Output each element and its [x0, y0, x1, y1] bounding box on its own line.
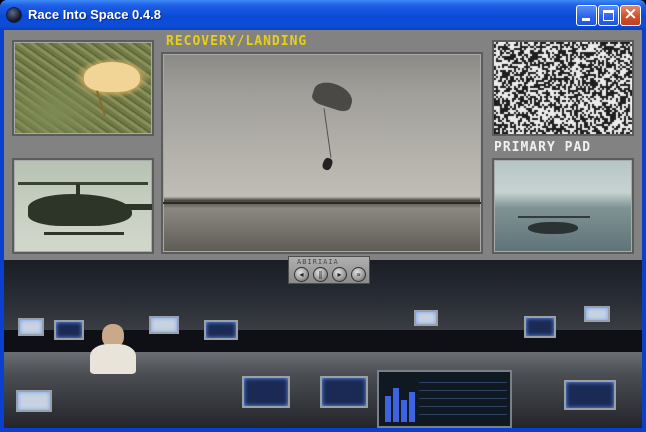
- app-icon[interactable]: [6, 7, 22, 23]
- pad-helicopter-rotor: [518, 216, 590, 218]
- fast-forward-button[interactable]: »: [351, 267, 366, 282]
- fast-forward-icon: »: [356, 270, 361, 279]
- main-camera-feed: [161, 52, 483, 254]
- console-monitor: [414, 310, 438, 326]
- parachute-line: [96, 90, 106, 116]
- maximize-icon: [603, 10, 614, 21]
- helicopter-camera-feed: [12, 158, 154, 254]
- console-monitor: [18, 318, 44, 336]
- minimize-icon: [582, 18, 590, 21]
- pause-icon: ‖: [318, 270, 323, 279]
- telemetry-bar: [409, 392, 415, 422]
- title-bar[interactable]: Race Into Space 0.4.8 ×: [0, 0, 646, 30]
- close-button[interactable]: ×: [620, 5, 641, 26]
- playback-controls: ABIRIAIA ◂ ‖ ▸ »: [288, 256, 370, 284]
- console-monitor: [54, 320, 84, 340]
- minimize-button[interactable]: [576, 5, 597, 26]
- console-monitor: [149, 316, 179, 334]
- primary-pad-camera-feed: [492, 158, 634, 254]
- helicopter-skid: [44, 232, 124, 235]
- primary-pad-label: PRIMARY PAD: [494, 140, 592, 155]
- console-monitor: [320, 376, 368, 408]
- telemetry-panel: [377, 370, 512, 428]
- console-monitor: [204, 320, 238, 340]
- rewind-icon: ◂: [299, 270, 304, 279]
- rewind-button[interactable]: ◂: [294, 267, 309, 282]
- console-monitor: [564, 380, 616, 410]
- game-viewport[interactable]: RECOVERY/LANDING PRIMARY PAD ABIRIAIA ◂ …: [4, 30, 642, 428]
- main-parachute-line: [323, 108, 332, 158]
- main-screen-label: RECOVERY/LANDING: [166, 34, 308, 49]
- parachute-camera-feed: [12, 40, 154, 136]
- technician-body: [90, 344, 136, 374]
- play-icon: ▸: [337, 270, 342, 279]
- helicopter-tail: [112, 204, 152, 210]
- telemetry-grid: [419, 382, 507, 422]
- helicopter-rotor: [18, 182, 148, 185]
- console-monitor: [242, 376, 290, 408]
- window-title: Race Into Space 0.4.8: [28, 7, 161, 22]
- telemetry-bar: [393, 388, 399, 422]
- maximize-button[interactable]: [598, 5, 619, 26]
- mission-control-room: [4, 260, 642, 428]
- telemetry-bar: [401, 400, 407, 422]
- helicopter-body: [28, 194, 132, 226]
- close-icon: ×: [623, 4, 638, 24]
- static-camera-feed: [492, 40, 634, 136]
- play-button[interactable]: ▸: [332, 267, 347, 282]
- console-monitor: [524, 316, 556, 338]
- main-parachute: [310, 78, 356, 114]
- capsule: [321, 156, 334, 172]
- telemetry-bar: [385, 396, 391, 422]
- playback-controls-label: ABIRIAIA: [297, 258, 339, 266]
- parachute-shape: [84, 62, 140, 92]
- horizon-line: [163, 202, 481, 204]
- pad-helicopter: [528, 222, 578, 234]
- game-window: Race Into Space 0.4.8 × RECOVERY/LANDING: [0, 0, 646, 432]
- console-monitor: [16, 390, 52, 412]
- pause-button[interactable]: ‖: [313, 267, 328, 282]
- console-monitor: [584, 306, 610, 322]
